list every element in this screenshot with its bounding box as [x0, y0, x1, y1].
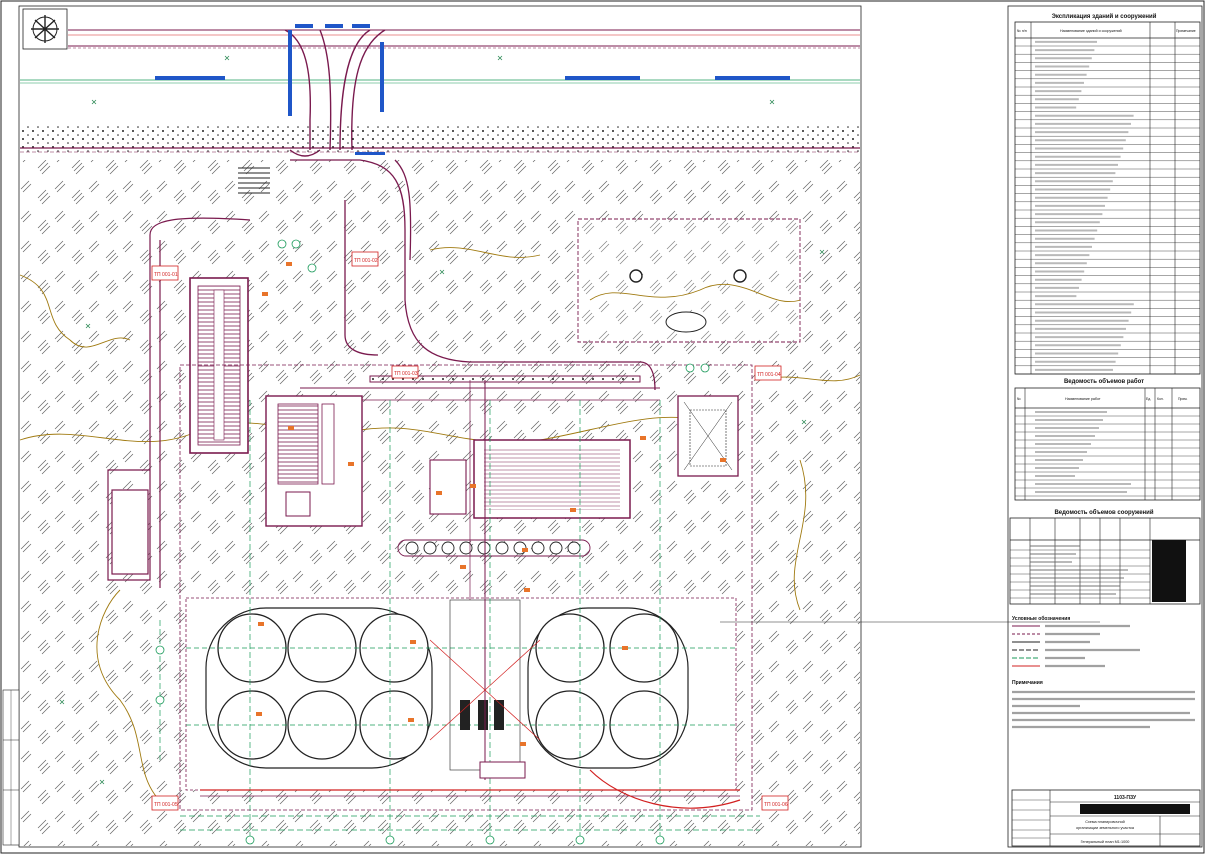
- dotted-band: [20, 124, 860, 154]
- site-tag-1: ТП 001-01: [154, 272, 178, 278]
- site-tag-3: ТП 001-03: [394, 371, 418, 377]
- north-arrow-icon: [22, 8, 68, 50]
- drawing-sheet: ТП 001-01 ТП 001-02 ТП 001-03 ТП 001-04 …: [0, 0, 1205, 854]
- structures-table: Ведомость объемов сооружений: [1009, 509, 1201, 605]
- explication-title: Экспликация зданий и сооружений: [1052, 13, 1157, 20]
- volumes-table: Ведомость объемов работ № Наименование р…: [1014, 378, 1201, 501]
- process-unit-right: [677, 395, 739, 477]
- parking-block: [189, 277, 249, 454]
- kpp-building: [111, 489, 149, 575]
- site-tag-4: ТП 001-04: [757, 372, 781, 378]
- project-code: 1103-ПЗУ: [1114, 795, 1137, 801]
- explication-table: Экспликация зданий и сооружений № п/п На…: [1014, 13, 1201, 375]
- explication-header-note: Примечание: [1176, 29, 1196, 33]
- sheet-title-line2: организации земельного участка: [1076, 826, 1135, 830]
- title-block: 1103-ПЗУ Схема планировочной организации…: [1011, 789, 1201, 847]
- gate-post-right: [380, 42, 384, 112]
- site-plan-drawing: ТП 001-01 ТП 001-02 ТП 001-03 ТП 001-04 …: [0, 0, 1205, 854]
- sheet-title-line1: Схема планировочной: [1085, 820, 1125, 824]
- explication-header-num: № п/п: [1017, 29, 1027, 33]
- explication-header-name: Наименование зданий и сооружений: [1060, 29, 1122, 33]
- volumes-header-num: №: [1017, 397, 1021, 401]
- structures-title: Ведомость объемов сооружений: [1054, 509, 1153, 516]
- site-tag-6: ТП 001-06: [764, 802, 788, 808]
- process-building-left: [265, 395, 363, 527]
- volumes-title: Ведомость объемов работ: [1064, 378, 1144, 385]
- flare-area: [577, 218, 801, 343]
- site-tag-2: ТП 001-02: [354, 258, 378, 264]
- gate-post-left: [288, 30, 292, 116]
- site-tag-5: ТП 001-05: [154, 802, 178, 808]
- volumes-header-note: Прим.: [1178, 397, 1188, 401]
- scale-note: Генеральный план М1:1000: [1081, 840, 1130, 844]
- volumes-header-unit: Ед.: [1146, 397, 1151, 401]
- volumes-header-qty: Кол.: [1157, 397, 1164, 401]
- side-stamp: [2, 689, 20, 846]
- legend-title: Условные обозначения: [1012, 615, 1070, 622]
- volumes-header-name: Наименование работ: [1065, 397, 1101, 401]
- notes-title: Примечания: [1012, 680, 1043, 686]
